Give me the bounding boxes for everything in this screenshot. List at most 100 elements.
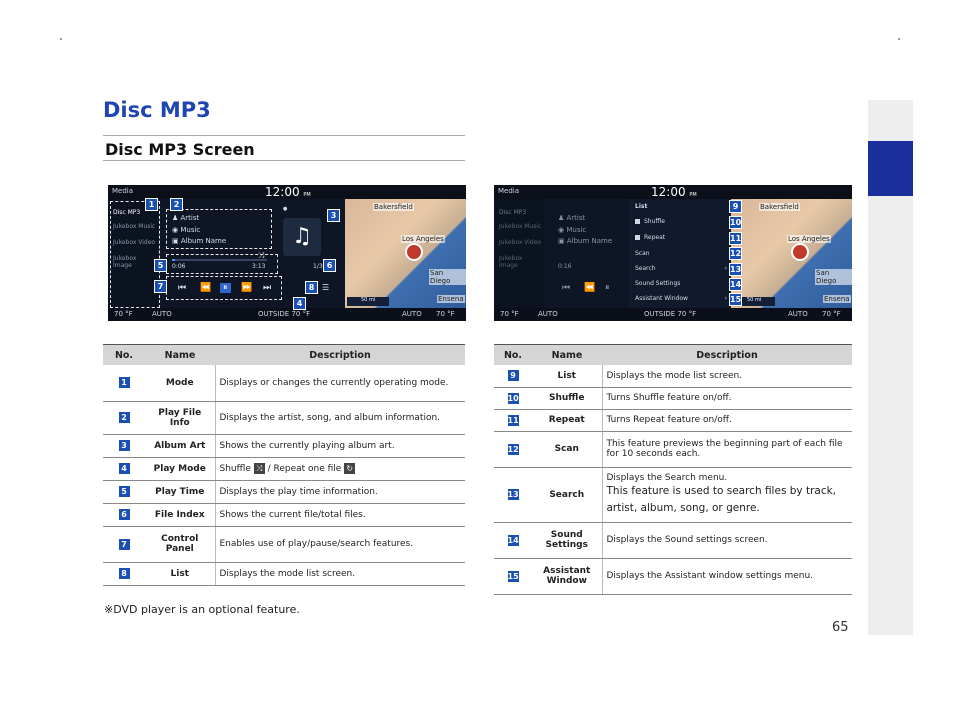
repeat-text: / Repeat one file [264, 464, 345, 474]
callout-badge: 11 [729, 232, 742, 245]
callout-badge: 10 [729, 216, 742, 229]
table-row: 11 Repeat Turns Repeat feature on/off. [494, 409, 852, 432]
list-item-assistant-window[interactable]: Assistant Window › [635, 295, 727, 302]
table-row: 8 List Displays the mode list screen. [103, 562, 465, 586]
table-row: 7 Control Panel Enables use of play/paus… [103, 526, 465, 563]
mode-list: Disc MP3 Jukebox Music Jukebox Video Juk… [494, 199, 544, 308]
location-pin-icon [791, 243, 809, 261]
callout-badge: 12 [729, 247, 742, 260]
table-row: 3 Album Art Shows the currently playing … [103, 434, 465, 458]
list-item-sound-settings[interactable]: Sound Settings [635, 280, 727, 287]
list-item-search[interactable]: Search › [635, 265, 727, 272]
table-row: 1 Mode Displays or changes the currently… [103, 365, 465, 402]
list-panel: List Shuffle Repeat Scan Search › Sound S… [629, 199, 731, 308]
mode-right[interactable]: AUTO [788, 310, 808, 318]
map-city: San Diego [815, 269, 852, 285]
callout-badge: 13 [729, 263, 742, 276]
album-label: ▣ Album Name [558, 237, 613, 245]
clock: 12:00 PM [651, 185, 697, 199]
mode-item[interactable]: Disc MP3 [499, 209, 543, 216]
callout-badge: 8 [305, 281, 318, 294]
row-name: Search [532, 467, 602, 523]
row-description: This feature previews the beginning part… [601, 431, 852, 468]
callout-box [166, 254, 278, 274]
row-number-badge: 6 [118, 509, 130, 520]
row-number-badge: 14 [507, 534, 519, 546]
row-name: Play File Info [145, 401, 215, 435]
col-no: No. [494, 344, 532, 365]
checkbox-icon [635, 235, 640, 240]
skip-back-icon[interactable]: ⏮ [562, 283, 570, 293]
row-name: Shuffle [532, 387, 602, 410]
shuffle-icon: ⤨ [253, 463, 265, 474]
temp-right[interactable]: 70 °F [822, 310, 841, 318]
mode-left[interactable]: AUTO [538, 310, 558, 318]
shuffle-text: Shuffle [219, 464, 251, 474]
table-row: 13 Search Displays the Search menu. This … [494, 467, 852, 523]
map-city: Ensena [823, 295, 851, 303]
time-elapsed: 0:16 [558, 263, 572, 270]
checkbox-icon [635, 219, 640, 224]
clock-ampm: PM [303, 192, 311, 198]
row-number-badge: 11 [507, 414, 519, 426]
list-item-scan[interactable]: Scan [635, 250, 727, 257]
callout-badge: 4 [293, 297, 306, 310]
pause-button[interactable]: ⏸ [605, 283, 610, 293]
row-description: Displays the mode list screen. [214, 562, 465, 586]
col-name: Name [532, 344, 602, 365]
callout-box [110, 201, 160, 308]
map-city: San Diego [429, 269, 466, 285]
map-scale: 50 mi [347, 297, 389, 306]
mode-left[interactable]: AUTO [152, 310, 172, 318]
section-title: Disc MP3 [103, 98, 211, 122]
row-description: Turns Shuffle feature on/off. [601, 387, 852, 410]
temp-left[interactable]: 70 °F [114, 310, 133, 318]
col-description: Description [215, 344, 465, 365]
row-description: Displays the play time information. [214, 480, 465, 504]
mode-item[interactable]: Jukebox Image [499, 255, 543, 269]
table-row: 4 Play Mode Shuffle ⤨ / Repeat one file … [103, 457, 465, 481]
temp-left[interactable]: 70 °F [500, 310, 519, 318]
list-item-repeat[interactable]: Repeat [635, 234, 727, 241]
list-item-shuffle[interactable]: Shuffle [635, 218, 727, 225]
list-icon[interactable]: ☰ [322, 283, 329, 292]
map-view: Bakersfield Los Angeles San Diego Ensena… [345, 199, 466, 308]
callout-badge: 5 [154, 259, 167, 272]
row-description: Displays the artist, song, and album inf… [214, 401, 465, 435]
row-description: Displays the Sound settings screen. [601, 522, 852, 559]
row-description: Shows the current file/total files. [214, 503, 465, 527]
row-name: Mode [145, 365, 215, 402]
map-view: Bakersfield Los Angeles San Diego Ensena… [731, 199, 852, 308]
table-row: 14 Sound Settings Displays the Sound set… [494, 522, 852, 559]
climate-bar: 70 °F AUTO OUTSIDE 70 °F AUTO 70 °F [108, 308, 466, 321]
row-name: Play Time [145, 480, 215, 504]
mode-item[interactable]: Jukebox Video [499, 239, 543, 246]
table-row: 12 Scan This feature previews the beginn… [494, 431, 852, 468]
row-name: Sound Settings [532, 522, 602, 559]
callout-badge: 9 [729, 200, 742, 213]
clock-time: 12:00 [265, 185, 300, 199]
temp-right[interactable]: 70 °F [436, 310, 455, 318]
callout-badge: 2 [170, 198, 183, 211]
outside-temp: OUTSIDE 70 °F [258, 310, 311, 318]
row-number-badge: 3 [118, 440, 130, 451]
divider [103, 135, 465, 136]
outside-temp: OUTSIDE 70 °F [644, 310, 697, 318]
row-number-badge: 12 [507, 443, 519, 455]
row-name: Play Mode [145, 457, 215, 481]
album-art: ♫ [283, 218, 321, 256]
row-description: Displays the mode list screen. [601, 365, 852, 388]
row-number-badge: 15 [507, 570, 519, 582]
list-title: List [635, 203, 648, 210]
mode-right[interactable]: AUTO [402, 310, 422, 318]
screen-header: Media [112, 187, 134, 195]
rewind-icon[interactable]: ⏪ [584, 283, 595, 293]
row-description: Displays the Assistant window settings m… [601, 558, 852, 595]
row-name: File Index [145, 503, 215, 527]
mode-item[interactable]: Jukebox Music [499, 223, 543, 230]
map-city: Los Angeles [401, 235, 445, 243]
map-city: Ensena [437, 295, 465, 303]
callout-badge: 14 [729, 278, 742, 291]
callout-badge: 3 [327, 209, 340, 222]
divider [103, 160, 465, 161]
